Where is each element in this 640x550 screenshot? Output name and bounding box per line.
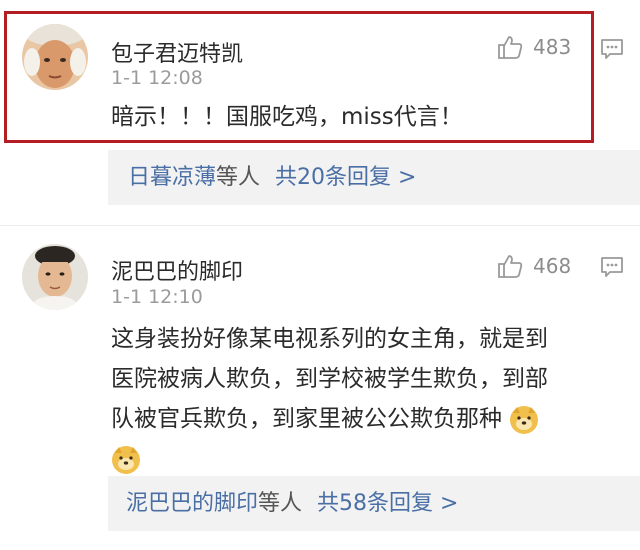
reply-count-link[interactable]: 共58条回复 >: [317, 491, 458, 516]
reply-user-link[interactable]: 日暮凉薄: [128, 165, 216, 190]
reply-count-link[interactable]: 共20条回复 >: [275, 165, 416, 190]
comment-icon[interactable]: [600, 38, 624, 64]
doge-emoji: [111, 445, 141, 475]
comment-icon[interactable]: [600, 256, 624, 282]
reply-etal: 等人: [216, 165, 261, 190]
reply-etal: 等人: [258, 491, 303, 516]
username[interactable]: 泥巴巴的脚印: [111, 254, 243, 286]
like-count: 468: [533, 254, 572, 278]
doge-emoji: [509, 405, 539, 435]
replies-summary[interactable]: 日暮凉薄等人 共20条回复 >: [108, 150, 640, 205]
reply-user-link[interactable]: 泥巴巴的脚印: [126, 491, 258, 516]
comment-text-line: 队被官兵欺负，到家里被公公欺负那种: [111, 406, 502, 432]
replies-summary[interactable]: 泥巴巴的脚印等人 共58条回复 >: [108, 476, 640, 531]
like-button[interactable]: 468: [497, 253, 571, 279]
comment-text-line: 这身装扮好像某电视系列的女主角，就是到: [111, 326, 548, 352]
comment-item: 泥巴巴的脚印 1-1 12:10 468 这身装扮好像某电视系列的女主角，就是到…: [0, 226, 640, 550]
highlight-frame: [4, 11, 594, 143]
comment-text-row: 队被官兵欺负，到家里被公公欺负那种: [111, 402, 611, 442]
avatar[interactable]: [22, 244, 88, 310]
comment-text: 这身装扮好像某电视系列的女主角，就是到 医院被病人欺负，到学校被学生欺负，到部 …: [111, 322, 611, 482]
timestamp: 1-1 12:10: [111, 286, 203, 308]
comment-text-line: 医院被病人欺负，到学校被学生欺负，到部: [111, 366, 548, 392]
thumbs-up-icon: [497, 253, 523, 279]
